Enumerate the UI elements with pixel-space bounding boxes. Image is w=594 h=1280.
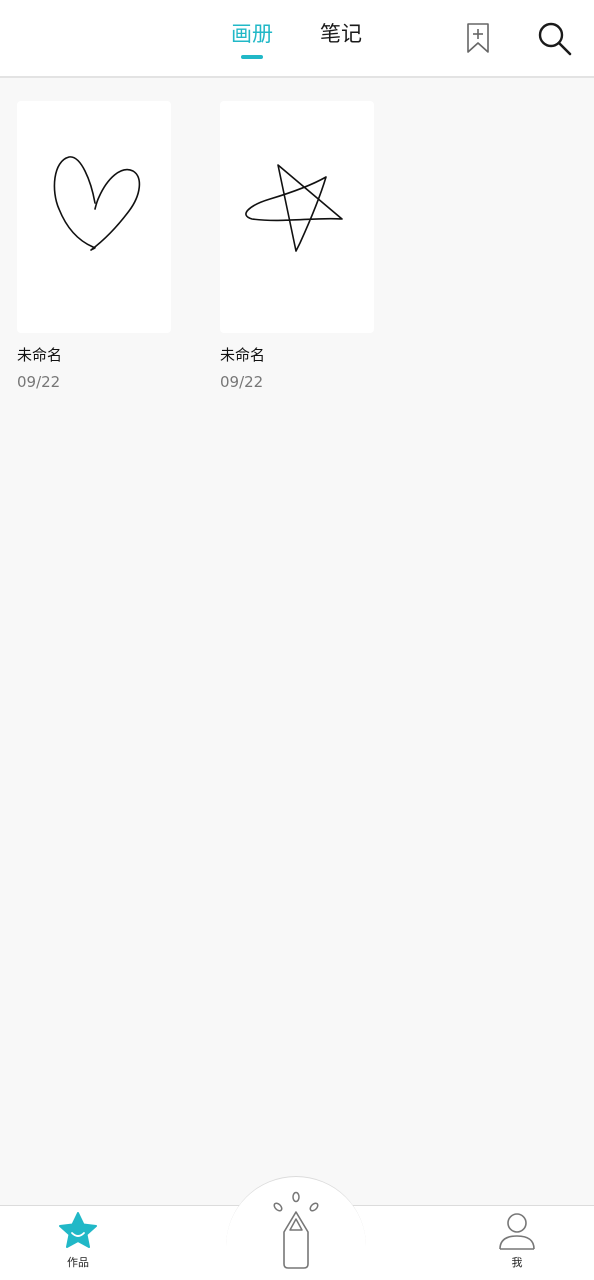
nav-me[interactable]: 我 <box>493 1212 541 1270</box>
add-bookmark-button[interactable] <box>464 22 492 54</box>
work-card[interactable]: 未命名 09/22 <box>17 101 171 392</box>
work-thumbnail[interactable] <box>17 101 171 333</box>
search-icon <box>538 22 572 56</box>
nav-me-label: 我 <box>511 1256 523 1269</box>
work-date: 09/22 <box>17 373 61 391</box>
nav-works-label: 作品 <box>67 1256 89 1269</box>
bookmark-add-icon <box>467 23 489 53</box>
work-thumbnail[interactable] <box>220 101 374 333</box>
work-title: 未命名 <box>17 346 63 364</box>
star-smile-icon <box>59 1212 97 1248</box>
work-card[interactable]: 未命名 09/22 <box>220 101 374 392</box>
nav-works[interactable]: 作品 <box>52 1212 104 1270</box>
work-date: 09/22 <box>220 373 264 391</box>
star-sketch-image <box>245 164 343 252</box>
create-new-button[interactable] <box>266 1188 326 1272</box>
work-title: 未命名 <box>220 346 266 364</box>
tab-albums[interactable]: 画册 <box>231 20 273 48</box>
top-bar: 画册 笔记 <box>0 0 594 78</box>
app: 画册 笔记 未命名 09/22 未命名 09/22 作品 我 <box>0 0 594 1280</box>
pencil-create-icon <box>273 1191 319 1269</box>
heart-sketch-image <box>53 156 141 251</box>
person-icon <box>499 1213 535 1250</box>
tab-notes[interactable]: 笔记 <box>320 20 362 48</box>
search-button[interactable] <box>536 20 574 58</box>
active-tab-indicator <box>241 55 263 59</box>
